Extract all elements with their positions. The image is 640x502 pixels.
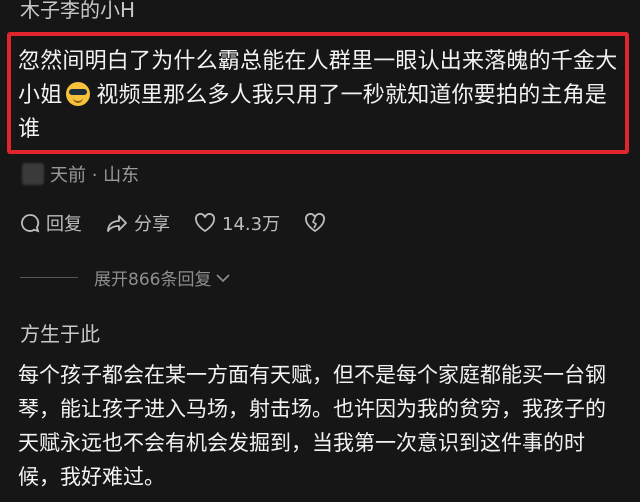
expand-replies-label: 展开866条回复: [94, 270, 212, 290]
share-arrow-icon: [107, 215, 127, 232]
comment-time-location: 天前 · 山东: [50, 165, 140, 186]
comment-username[interactable]: 木子李的小H: [20, 0, 135, 23]
broken-heart-icon: [305, 213, 326, 233]
reply-text: 每个孩子都会在某一方面有天赋，但不是每个家庭都能买一台钢琴，能让孩子进入马场，射…: [18, 363, 606, 489]
divider-line: [20, 277, 78, 278]
like-button[interactable]: 14.3万: [194, 210, 280, 236]
comment-text: 忽然间明白了为什么霸总能在人群里一眼认出来落魄的千金大小姐 视频里那么多人我只用了…: [18, 45, 618, 147]
comment-text-part-2: 视频里那么多人我只用了一秒就知道你要拍的主角是谁: [18, 83, 608, 142]
chat-bubble-icon: [21, 214, 40, 233]
reply-button[interactable]: 回复: [20, 210, 82, 236]
reply-username[interactable]: 方生于此: [20, 318, 100, 347]
like-count: 14.3万: [222, 214, 281, 235]
heart-icon: [195, 213, 215, 233]
dislike-button[interactable]: [304, 213, 332, 233]
expand-replies[interactable]: 展开866条回复: [0, 265, 640, 290]
share-button[interactable]: 分享: [106, 210, 170, 236]
sunglasses-emoji-icon: [66, 82, 91, 106]
blurred-time-prefix: [22, 163, 44, 185]
reply-label: 回复: [46, 214, 82, 235]
share-label: 分享: [134, 214, 170, 235]
comment-meta: 天前 · 山东: [22, 161, 139, 187]
comment-actions: 回复 分享 14.3万: [20, 210, 356, 236]
chevron-down-icon: [216, 273, 231, 282]
